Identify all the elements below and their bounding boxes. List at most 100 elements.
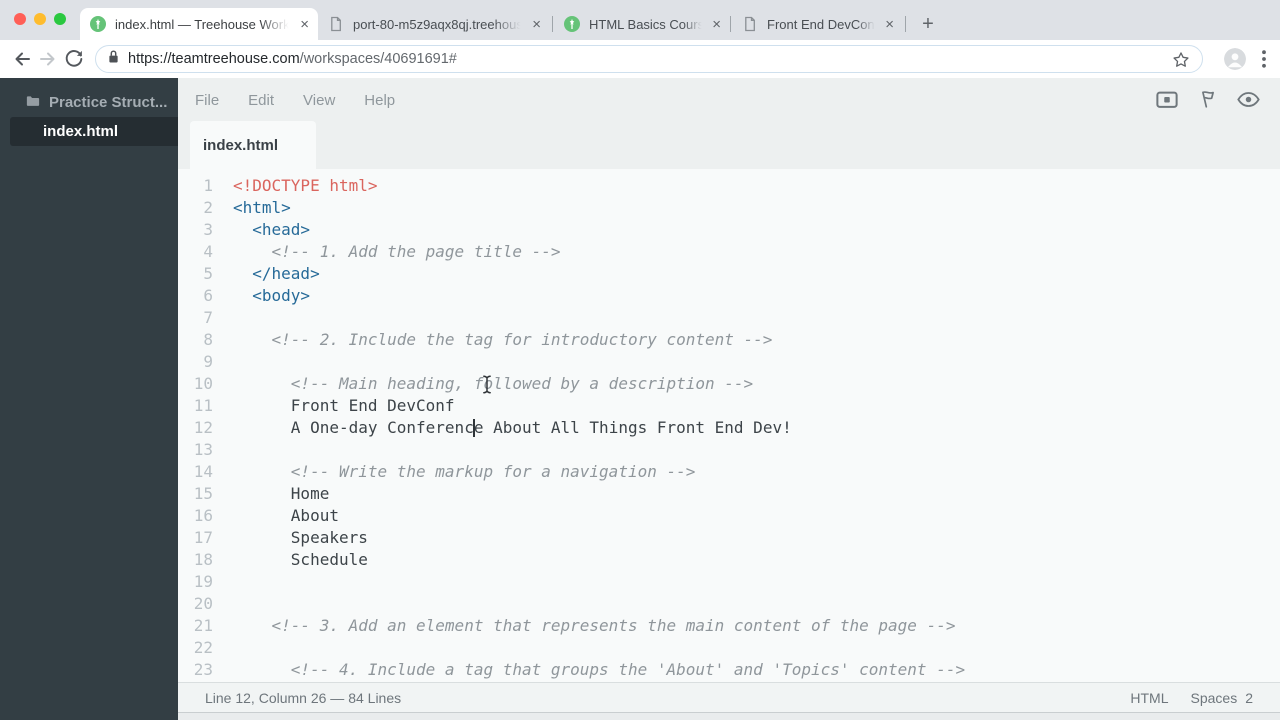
code-line[interactable]: 14 <!-- Write the markup for a navigatio… (178, 461, 1280, 483)
code-token: Home (233, 484, 330, 503)
line-number: 19 (193, 572, 213, 591)
line-number: 21 (193, 616, 213, 635)
back-button[interactable] (10, 47, 34, 71)
code-text: Speakers (233, 527, 368, 549)
code-editor[interactable]: 1 <!DOCTYPE html> 2 <html> 3 <head> 4 <!-- 1.… (178, 169, 1280, 682)
code-text: <head> (233, 219, 310, 241)
code-token: A One-day Conferenc (233, 418, 474, 437)
window-zoom-button[interactable] (54, 13, 66, 25)
code-line[interactable]: 16 About (178, 505, 1280, 527)
code-line[interactable]: 1 <!DOCTYPE html> (178, 175, 1280, 197)
code-line[interactable]: 20 (178, 593, 1280, 615)
flag-icon[interactable] (1199, 89, 1216, 115)
forward-button[interactable] (36, 47, 60, 71)
indent-type-selector[interactable]: Spaces (1191, 690, 1238, 706)
sidebar-file-index-html[interactable]: index.html (10, 117, 178, 146)
address-bar[interactable]: https://teamtreehouse.com/workspaces/406… (95, 45, 1203, 73)
window-minimize-button[interactable] (34, 13, 46, 25)
code-line[interactable]: 6 <body> (178, 285, 1280, 307)
preview-eye-icon[interactable] (1237, 91, 1260, 113)
line-number: 12 (193, 418, 213, 437)
chrome-menu-icon[interactable] (1262, 50, 1266, 73)
code-line[interactable]: 19 (178, 571, 1280, 593)
menu-help[interactable]: Help (364, 92, 395, 109)
file-sidebar: Practice Struct... index.html (0, 78, 178, 720)
indent-size-selector[interactable]: 2 (1245, 690, 1253, 706)
profile-avatar[interactable] (1224, 48, 1246, 70)
browser-tab-workspace[interactable]: index.html — Treehouse Works × (80, 8, 318, 40)
code-line[interactable]: 8 <!-- 2. Include the tag for introducto… (178, 329, 1280, 351)
cursor-position-status: Line 12, Column 26 — 84 Lines (205, 689, 402, 706)
line-number: 20 (193, 594, 213, 613)
tab-close-icon[interactable]: × (529, 17, 544, 32)
refresh-button[interactable] (62, 47, 86, 71)
new-tab-button[interactable]: + (913, 9, 943, 39)
code-line[interactable]: 23 <!-- 4. Include a tag that groups the… (178, 659, 1280, 681)
menu-view[interactable]: View (303, 92, 335, 109)
code-text: <!-- 2. Include the tag for introductory… (233, 329, 773, 351)
window-close-button[interactable] (14, 13, 26, 25)
status-right: HTML Spaces 2 (1130, 690, 1253, 706)
editor-panel: File Edit View Help index.html 1 <!DOCTY… (178, 78, 1280, 720)
code-text: <!DOCTYPE html> (233, 175, 378, 197)
tab-title: index.html — Treehouse Works (115, 16, 293, 32)
line-number: 2 (203, 198, 213, 217)
editor-status-bar: Line 12, Column 26 — 84 Lines HTML Space… (178, 682, 1280, 712)
code-token: <body> (233, 286, 311, 305)
code-line[interactable]: 3 <head> (178, 219, 1280, 241)
code-line[interactable]: 2 <html> (178, 197, 1280, 219)
code-text: <!-- 4. Include a tag that groups the 'A… (233, 659, 965, 681)
code-line[interactable]: 15 Home (178, 483, 1280, 505)
line-number: 7 (203, 308, 213, 327)
tab-separator (730, 16, 731, 32)
language-mode-selector[interactable]: HTML (1130, 690, 1168, 706)
ibeam-cursor (481, 375, 493, 399)
code-token: <!-- 4. Include a tag that groups the 'A… (233, 660, 966, 679)
code-line[interactable]: 12 A One-day Conference About All Things… (178, 417, 1280, 439)
line-number: 15 (193, 484, 213, 503)
browser-tab-html-basics[interactable]: HTML Basics Course × (554, 8, 730, 40)
tab-title: port-80-m5z9aqx8qj.treehous (353, 16, 523, 32)
menu-file[interactable]: File (195, 92, 219, 109)
code-token: e About All Things Front End Dev! (473, 418, 792, 437)
tab-close-icon[interactable]: × (709, 17, 724, 32)
code-line[interactable]: 9 (178, 351, 1280, 373)
code-text: <!-- 1. Add the page title --> (233, 241, 561, 263)
code-text: A One-day Conference About All Things Fr… (233, 417, 792, 439)
folder-icon (26, 94, 40, 111)
line-number: 16 (193, 506, 213, 525)
browser-tab-devconf[interactable]: Front End DevConf × (732, 8, 903, 40)
line-number: 17 (193, 528, 213, 547)
code-line[interactable]: 10 <!-- Main heading, followed by a desc… (178, 373, 1280, 395)
code-token: <head> (233, 220, 311, 239)
tab-close-icon[interactable]: × (297, 17, 312, 32)
page-favicon-icon (742, 16, 758, 32)
code-line[interactable]: 17 Speakers (178, 527, 1280, 549)
tab-close-icon[interactable]: × (882, 17, 897, 32)
workspace-toolbar-icons (1156, 89, 1260, 115)
browser-tab-port-preview[interactable]: port-80-m5z9aqx8qj.treehous × (318, 8, 550, 40)
code-line[interactable]: 5 </head> (178, 263, 1280, 285)
editor-tab-index-html[interactable]: index.html (190, 121, 316, 169)
code-line[interactable]: 18 Schedule (178, 549, 1280, 571)
line-number: 13 (193, 440, 213, 459)
code-line[interactable]: 7 (178, 307, 1280, 329)
code-text: <!-- Write the markup for a navigation -… (233, 461, 696, 483)
code-token: About (233, 506, 339, 525)
snapshot-camera-icon[interactable] (1156, 90, 1178, 114)
code-line[interactable]: 21 <!-- 3. Add an element that represent… (178, 615, 1280, 637)
bookmark-star-icon[interactable] (1171, 50, 1191, 75)
lock-icon (108, 49, 119, 69)
line-number: 9 (203, 352, 213, 371)
menu-edit[interactable]: Edit (248, 92, 274, 109)
code-line[interactable]: 13 (178, 439, 1280, 461)
workspace-menubar: File Edit View Help (195, 88, 395, 112)
sidebar-project[interactable]: Practice Struct... (26, 94, 167, 111)
code-line[interactable]: 22 (178, 637, 1280, 659)
line-number: 5 (203, 264, 213, 283)
code-line[interactable]: 11 Front End DevConf (178, 395, 1280, 417)
code-token: Speakers (233, 528, 368, 547)
code-token: Schedule (233, 550, 368, 569)
code-text: About (233, 505, 339, 527)
code-line[interactable]: 4 <!-- 1. Add the page title --> (178, 241, 1280, 263)
